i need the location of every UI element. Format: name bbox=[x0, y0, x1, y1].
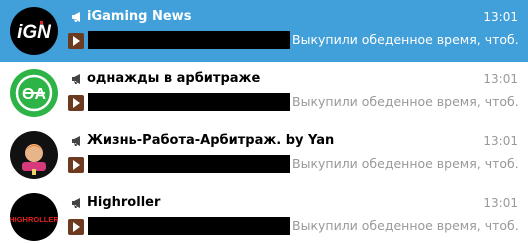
avatar: OA bbox=[10, 69, 58, 117]
redacted-block bbox=[88, 155, 290, 173]
avatar-logo-text: HIGHROLLER bbox=[10, 215, 58, 224]
chat-row-igaming-news[interactable]: iGN iGaming News 13:01 Выкупили обеденно… bbox=[0, 0, 528, 62]
avatar-logo-text: OA bbox=[22, 86, 46, 103]
avatar: HIGHROLLER bbox=[10, 193, 58, 241]
chat-time: 13:01 bbox=[483, 196, 518, 210]
avatar-logo-text: iGN bbox=[17, 22, 52, 43]
avatar: iGN bbox=[10, 7, 58, 55]
chat-title: iGaming News bbox=[87, 9, 192, 24]
video-thumbnail-icon bbox=[68, 157, 84, 173]
chat-time: 13:01 bbox=[483, 72, 518, 86]
megaphone-icon bbox=[72, 74, 80, 84]
chat-time: 13:01 bbox=[483, 10, 518, 24]
message-preview: Выкупили обеденное время, чтоб... bbox=[292, 94, 518, 109]
redacted-block bbox=[88, 217, 290, 235]
chat-title: Жизнь-Работа-Арбитраж. by Yan bbox=[87, 133, 335, 148]
megaphone-icon bbox=[72, 12, 80, 22]
chat-row-zhizn-rabota-arbitrazh[interactable]: Жизнь-Работа-Арбитраж. by Yan 13:01 Выку… bbox=[0, 124, 528, 186]
chat-row-odnazhdy-v-arbitrazhe[interactable]: OA однажды в арбитраже 13:01 Выкупили об… bbox=[0, 62, 528, 124]
redacted-block bbox=[88, 31, 290, 49]
chat-title: Highroller bbox=[87, 195, 161, 210]
megaphone-icon bbox=[72, 198, 80, 208]
chat-time: 13:01 bbox=[483, 134, 518, 148]
megaphone-icon bbox=[72, 136, 80, 146]
redacted-block bbox=[88, 93, 290, 111]
message-preview: Выкупили обеденное время, чтоб... bbox=[292, 32, 518, 47]
video-thumbnail-icon bbox=[68, 219, 84, 235]
video-thumbnail-icon bbox=[68, 95, 84, 111]
chat-title: однажды в арбитраже bbox=[87, 71, 261, 86]
avatar bbox=[10, 131, 58, 179]
chat-list: iGN iGaming News 13:01 Выкупили обеденно… bbox=[0, 0, 528, 244]
message-preview: Выкупили обеденное время, чтоб... bbox=[292, 156, 518, 171]
chat-row-highroller[interactable]: HIGHROLLER Highroller 13:01 Выкупили обе… bbox=[0, 186, 528, 244]
video-thumbnail-icon bbox=[68, 33, 84, 49]
message-preview: Выкупили обеденное время, чтоб... bbox=[292, 218, 518, 233]
